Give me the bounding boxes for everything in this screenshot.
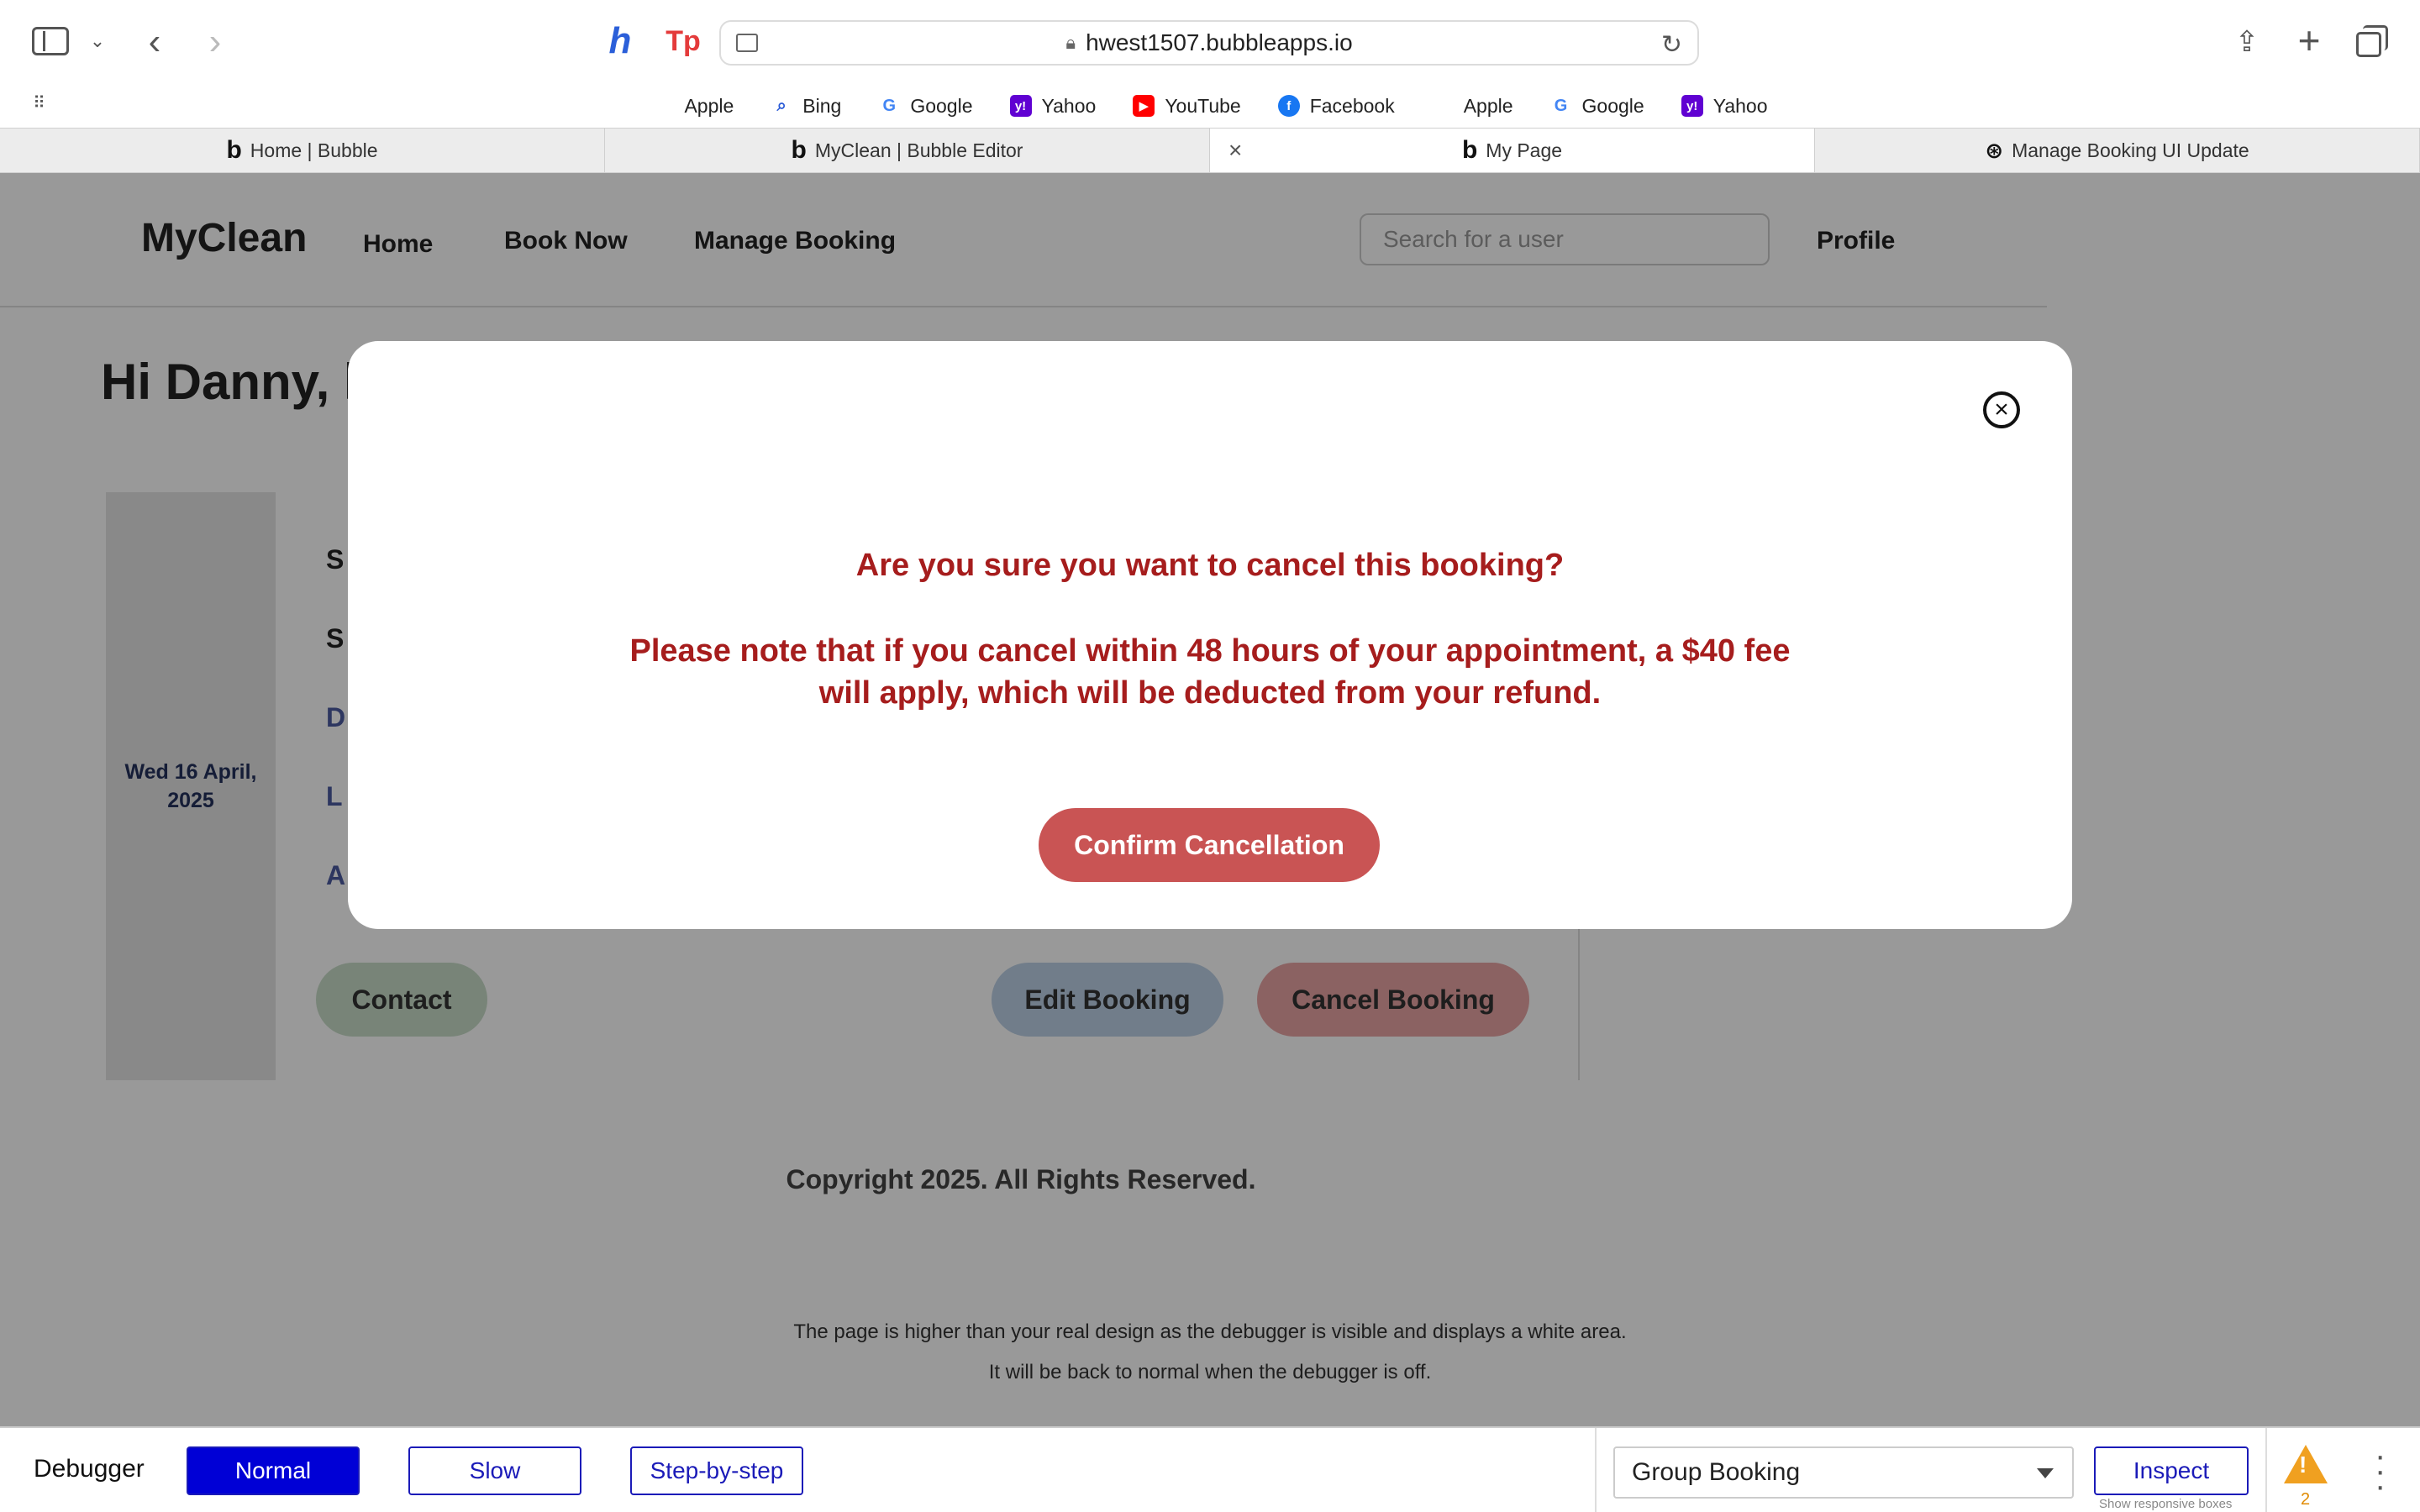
warning-exclamation: ! [2299,1452,2307,1478]
element-select-value: Group Booking [1632,1458,1801,1486]
browser-tab-4[interactable]: ⊛ Manage Booking UI Update [1815,129,2420,172]
back-icon[interactable]: ‹ [139,21,170,62]
tp-extension-icon[interactable]: Tp [664,22,702,60]
google-icon: G [882,96,897,115]
page-settings-icon[interactable] [736,34,758,52]
debugger-divider [1595,1428,1597,1512]
step-by-step-button[interactable]: Step-by-step [630,1446,803,1495]
bookmark-label: Apple [684,94,734,117]
browser-tab-3[interactable]: × b My Page [1210,129,1815,172]
bookmark-apple[interactable]: Apple [1432,95,1513,118]
bookmark-yahoo[interactable]: y! Yahoo [1681,95,1768,118]
more-options-icon[interactable]: · · · [2375,1439,2386,1503]
browser-toolbar: ⌄ ‹ › h Tp 🔒︎ hwest1507.bubbleapps.io ↻ … [0,0,2420,84]
close-tab-icon[interactable]: × [1228,137,1242,164]
openai-favicon-icon: ⊛ [1985,137,2004,163]
reload-icon[interactable]: ↻ [1661,30,1682,60]
debugger-divider-2 [2265,1428,2267,1512]
debugger-bar: Debugger Normal Slow Step-by-step Group … [0,1426,2420,1512]
element-select[interactable]: Group Booking [1613,1446,2074,1499]
sidebar-toggle-icon[interactable] [32,27,69,55]
google-icon: G [1554,96,1568,115]
bookmark-label: Facebook [1309,94,1395,117]
browser-tab-2[interactable]: b MyClean | Bubble Editor [605,129,1210,172]
bookmark-label: YouTube [1165,94,1241,117]
tab-label: Home | Bubble [250,139,378,161]
chevron-down-icon[interactable]: ⌄ [87,29,108,54]
bing-search-icon: ⌕ [776,96,786,115]
bookmark-google[interactable]: G Google [1550,95,1644,118]
bookmark-label: Apple [1463,94,1513,117]
responsive-boxes-link[interactable]: Show responsive boxes [2099,1497,2232,1511]
modal-title: Are you sure you want to cancel this boo… [855,548,1565,583]
tab-label: Manage Booking UI Update [2012,139,2249,161]
new-tab-icon[interactable]: + [2291,18,2328,62]
warning-count: 2 [2301,1490,2311,1509]
slow-mode-button[interactable]: Slow [408,1446,581,1495]
bookmark-bing[interactable]: ⌕ Bing [771,94,842,118]
address-bar[interactable]: 🔒︎ hwest1507.bubbleapps.io ↻ [719,20,1699,66]
yahoo-icon: y! [1681,95,1703,117]
bookmark-apple[interactable]: Apple [652,95,734,118]
browser-tab-1[interactable]: b Home | Bubble [0,129,605,172]
modal-message: Please note that if you cancel within 48… [629,633,1791,711]
debugger-label: Debugger [34,1455,145,1483]
caret-down-icon [2037,1468,2054,1478]
bubble-favicon-icon: b [1461,136,1478,164]
normal-mode-button[interactable]: Normal [187,1446,360,1495]
bookmark-label: Google [1581,94,1644,117]
apple-icon [1432,95,1454,117]
tab-label: MyClean | Bubble Editor [814,139,1023,161]
cancel-booking-modal: × Are you sure you want to cancel this b… [348,341,2072,929]
bubble-favicon-icon: b [791,136,807,164]
tab-overview-icon[interactable] [2356,25,2390,59]
apple-icon [652,95,674,117]
inspect-button[interactable]: Inspect [2094,1446,2249,1495]
tab-label: My Page [1486,139,1563,161]
bookmarks-bar: Apple ⌕ Bing G Google y! Yahoo ▶ YouTube f Faceboo… [0,84,2420,128]
tab-bar: b Home | Bubble b MyClean | Bubble Editor × b… [0,128,2420,173]
bookmark-label: Google [910,94,973,117]
bookmark-label: Bing [802,94,842,117]
facebook-icon: f [1277,95,1300,117]
bookmark-yahoo[interactable]: y! Yahoo [1009,94,1097,118]
yahoo-icon: y! [1009,95,1032,117]
bookmark-label: Yahoo [1041,94,1097,117]
bookmark-youtube[interactable]: ▶ YouTube [1133,94,1241,118]
share-icon[interactable]: ⇪ [2230,24,2264,60]
url-text: hwest1507.bubbleapps.io [1086,29,1353,55]
close-icon[interactable]: × [1983,391,2020,428]
lock-icon: 🔒︎ [1065,32,1076,53]
bookmark-google[interactable]: G Google [878,94,973,118]
bubble-favicon-icon: b [226,136,242,164]
bookmark-facebook[interactable]: f Facebook [1277,94,1395,118]
honey-extension-icon[interactable]: h [602,20,639,62]
forward-icon[interactable]: › [200,21,230,62]
confirm-cancellation-button[interactable]: Confirm Cancellation [1039,808,1380,882]
bookmark-label: Yahoo [1712,94,1768,117]
youtube-icon: ▶ [1133,95,1155,117]
